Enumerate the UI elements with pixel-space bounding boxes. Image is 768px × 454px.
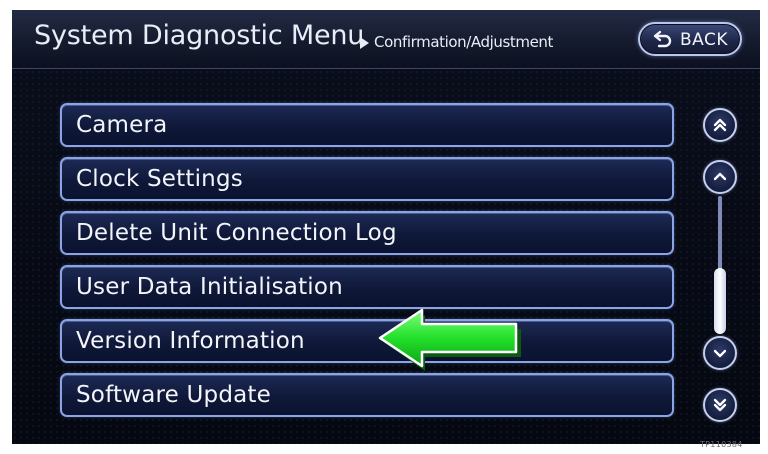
menu-item-label: Software Update: [76, 382, 271, 408]
double-chevron-up-icon: [713, 118, 727, 132]
scroll-up-button[interactable]: [703, 160, 737, 194]
breadcrumb: Confirmation/Adjustment: [374, 33, 554, 51]
page-title: System Diagnostic Menu: [34, 20, 365, 51]
double-chevron-down-icon: [713, 398, 727, 412]
nav-screen: System Diagnostic Menu Confirmation/Adju…: [12, 10, 760, 444]
scroll-down-button[interactable]: [703, 336, 737, 370]
breadcrumb-arrow-icon: [360, 37, 369, 49]
menu-item-user-data-initialisation[interactable]: User Data Initialisation: [60, 265, 674, 309]
back-button[interactable]: BACK: [638, 22, 742, 56]
menu-item-label: Delete Unit Connection Log: [76, 220, 397, 246]
menu-item-label: Version Information: [76, 328, 305, 354]
menu-item-label: User Data Initialisation: [76, 274, 343, 300]
page-up-button[interactable]: [703, 108, 737, 142]
chevron-up-icon: [713, 172, 727, 181]
menu-item-camera[interactable]: Camera: [60, 103, 674, 147]
reference-code: TP110384: [700, 440, 743, 449]
chevron-down-icon: [713, 349, 727, 358]
menu-item-label: Clock Settings: [76, 166, 243, 192]
scrollbar-thumb[interactable]: [714, 268, 726, 334]
page-down-button[interactable]: [703, 388, 737, 422]
title-bar: System Diagnostic Menu Confirmation/Adju…: [12, 10, 760, 69]
green-arrow-icon: [378, 308, 521, 371]
menu-item-software-update[interactable]: Software Update: [60, 373, 674, 417]
back-button-label: BACK: [680, 30, 729, 50]
menu-item-label: Camera: [76, 112, 168, 138]
menu-item-delete-unit-connection-log[interactable]: Delete Unit Connection Log: [60, 211, 674, 255]
back-arrow-icon: [653, 30, 672, 48]
menu-item-clock-settings[interactable]: Clock Settings: [60, 157, 674, 201]
